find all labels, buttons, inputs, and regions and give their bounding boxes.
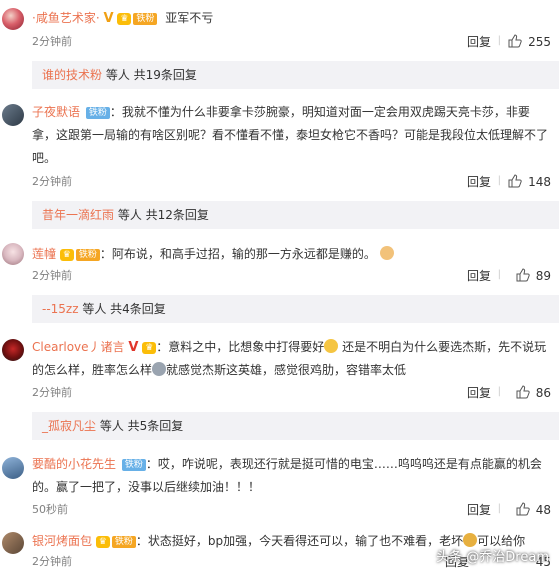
timestamp: 50秒前 (32, 503, 68, 516)
emoji-icon (324, 339, 339, 353)
reply-thread[interactable]: _孤寂凡尘 等人 共5条回复 (32, 412, 559, 440)
comment-text: 状态挺好，bp加强，今天看得还可以，输了也不难看，老坏 (147, 534, 464, 548)
reply-thread[interactable]: --15zz 等人 共4条回复 (32, 295, 559, 323)
thread-user[interactable]: 谁的技术粉 (42, 68, 102, 82)
reply-button[interactable]: 回复 (467, 268, 491, 284)
thread-user[interactable]: --15zz (42, 302, 79, 316)
username[interactable]: 银河烤面包 (32, 534, 92, 548)
like-button[interactable]: 255 (508, 34, 551, 50)
thumbs-up-icon (516, 385, 530, 399)
avatar[interactable] (2, 8, 24, 30)
like-button[interactable]: 86 (516, 385, 551, 401)
watermark: 头条 @乔治Dream (436, 550, 549, 565)
comment-text-a: 意料之中，比想象中打得要好 (168, 340, 325, 354)
like-button[interactable]: 148 (508, 174, 551, 190)
timestamp: 2分钟前 (32, 555, 72, 568)
verified-icon: V (103, 11, 114, 26)
reply-button[interactable]: 回复 (467, 34, 491, 50)
comment-text-c: 就感觉杰斯这英雄，感觉很鸡肋，容错率太低 (166, 363, 407, 377)
thumbs-up-icon (516, 502, 530, 516)
username[interactable]: 子夜默语 (32, 105, 80, 119)
timestamp: 2分钟前 (32, 175, 72, 188)
thread-user[interactable]: _孤寂凡尘 (42, 419, 96, 433)
fan-badge: 铁粉 (133, 13, 158, 25)
like-count: 148 (528, 175, 551, 189)
avatar[interactable] (2, 104, 24, 126)
vip-icon: ♛ (142, 342, 157, 354)
like-count: 86 (535, 386, 551, 400)
reply-button[interactable]: 回复 (467, 502, 491, 518)
timestamp: 2分钟前 (32, 269, 72, 282)
avatar[interactable] (2, 339, 24, 361)
comment-text: 我就不懂为什么非要拿卡莎腕豪，明知道对面一定会用双虎踢天亮卡莎，非要拿，这跟第一… (32, 105, 549, 165)
thread-summary: 等人 共4条回复 (78, 302, 166, 316)
thumbs-up-icon (508, 174, 522, 188)
avatar[interactable] (2, 457, 24, 479)
username[interactable]: Clearlove丿诸言 (32, 340, 125, 354)
fan-badge: 铁粉 (75, 249, 100, 261)
username[interactable]: ·咸鱼艺术家· (32, 11, 100, 25)
emoji-icon (152, 362, 167, 376)
reply-button[interactable]: 回复 (467, 385, 491, 401)
divider: | (497, 35, 501, 46)
reply-thread[interactable]: 昔年一滴红雨 等人 共12条回复 (32, 201, 559, 229)
like-button[interactable]: 48 (516, 502, 551, 518)
vip-icon: ♛ (95, 536, 110, 548)
timestamp: 2分钟前 (32, 35, 72, 48)
comment-text: 阿布说，和高手过招，输的那一方永远都是赚的。 (111, 247, 376, 261)
fist-emoji-icon (379, 246, 394, 260)
like-button[interactable]: 89 (516, 268, 551, 284)
like-count: 48 (535, 503, 551, 517)
emoji-icon (463, 533, 478, 547)
vip-icon: ♛ (117, 13, 132, 25)
divider: | (497, 503, 501, 514)
username[interactable]: 要酷的小花先生 (32, 457, 116, 471)
vip-icon: ♛ (59, 249, 74, 261)
username[interactable]: 莲幢 (32, 247, 56, 261)
comment-text: 亚军不亏 (165, 11, 214, 25)
divider: | (497, 269, 501, 280)
thread-summary: 等人 共5条回复 (96, 419, 184, 433)
fan-badge: 铁粉 (121, 459, 146, 471)
thread-summary: 等人 共19条回复 (102, 68, 197, 82)
thumbs-up-icon (516, 268, 530, 282)
thumbs-up-icon (508, 34, 522, 48)
thread-summary: 等人 共12条回复 (114, 208, 209, 222)
timestamp: 2分钟前 (32, 386, 72, 399)
verified-icon: V (128, 340, 139, 355)
avatar[interactable] (2, 532, 24, 554)
reply-thread[interactable]: 谁的技术粉 等人 共19条回复 (32, 61, 559, 89)
fan-badge: 铁粉 (85, 107, 110, 119)
reply-button[interactable]: 回复 (467, 174, 491, 190)
divider: | (497, 386, 501, 397)
like-count: 255 (528, 35, 551, 49)
thread-user[interactable]: 昔年一滴红雨 (42, 208, 114, 222)
like-count: 89 (535, 269, 551, 283)
avatar[interactable] (2, 243, 24, 265)
fan-badge: 铁粉 (111, 536, 136, 548)
divider: | (497, 175, 501, 186)
